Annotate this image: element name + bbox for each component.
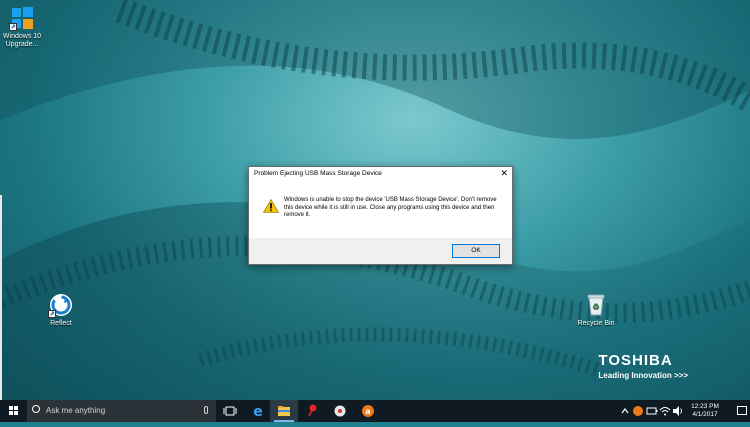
dialog-footer: OK bbox=[249, 238, 512, 264]
chevron-up-icon[interactable] bbox=[620, 406, 630, 416]
edge-button[interactable]: e bbox=[244, 400, 272, 422]
toshiba-branding: TOSHIBA Leading Innovation >>> bbox=[598, 352, 688, 380]
avast-tray-icon[interactable] bbox=[632, 405, 644, 417]
search-placeholder: Ask me anything bbox=[46, 406, 106, 415]
desktop-icon-windows-upgrade[interactable]: ↗ Windows 10 Upgrade... bbox=[0, 5, 50, 49]
windows-start-icon bbox=[9, 406, 18, 415]
search-circle-icon bbox=[32, 405, 40, 413]
task-view-button[interactable] bbox=[216, 400, 244, 422]
avast-icon: a bbox=[362, 405, 374, 417]
pinned-app-button[interactable] bbox=[298, 400, 326, 422]
file-explorer-button[interactable] bbox=[270, 400, 298, 422]
desktop-icon-label: Windows 10 Upgrade... bbox=[2, 33, 42, 48]
desktop-icon-label: Reflect bbox=[50, 320, 72, 327]
ok-button[interactable]: OK bbox=[452, 244, 500, 258]
clock[interactable]: 12:23 PM 4/1/2017 bbox=[687, 403, 723, 419]
shortcut-arrow-icon: ↗ bbox=[48, 310, 56, 318]
task-view-icon bbox=[223, 406, 237, 416]
svg-text:♻: ♻ bbox=[592, 302, 599, 311]
avast-button[interactable]: a bbox=[354, 400, 382, 422]
dialog-message: Windows is unable to stop the device 'US… bbox=[284, 197, 497, 218]
speaker-icon[interactable] bbox=[672, 405, 684, 417]
svg-text:a: a bbox=[365, 407, 370, 416]
taskbar: Ask me anything e a 12:23 PM 4/1/2017 bbox=[0, 400, 750, 422]
battery-icon[interactable] bbox=[646, 405, 658, 417]
desktop-icon-reflect[interactable]: ↗ Reflect bbox=[33, 292, 89, 328]
warning-icon bbox=[263, 199, 279, 213]
action-center-icon[interactable] bbox=[737, 406, 747, 415]
cortana-search-box[interactable]: Ask me anything bbox=[27, 400, 216, 422]
wifi-icon[interactable] bbox=[659, 405, 671, 417]
shortcut-arrow-icon: ↗ bbox=[9, 23, 17, 31]
pin-app-icon bbox=[308, 404, 317, 417]
desktop-icon-label: Recycle Bin bbox=[577, 320, 615, 327]
recycle-bin-icon: ♻ bbox=[583, 292, 609, 318]
svg-text:e: e bbox=[253, 404, 263, 420]
dialog-title: Problem Ejecting USB Mass Storage Device bbox=[254, 170, 382, 177]
clock-time: 12:23 PM bbox=[691, 403, 719, 410]
start-button[interactable] bbox=[0, 400, 27, 422]
brand-tagline: Leading Innovation >>> bbox=[598, 371, 688, 380]
windows-logo-icon: ↗ bbox=[9, 5, 35, 31]
desktop-edge-strip bbox=[0, 195, 2, 400]
edge-icon: e bbox=[253, 404, 263, 420]
media-icon bbox=[334, 405, 346, 417]
clock-date: 4/1/2017 bbox=[692, 411, 718, 418]
desktop-icon-recycle-bin[interactable]: ♻ Recycle Bin bbox=[568, 292, 624, 328]
file-explorer-icon bbox=[278, 406, 290, 416]
media-app-button[interactable] bbox=[326, 400, 354, 422]
dialog-body: Windows is unable to stop the device 'US… bbox=[249, 182, 512, 238]
eject-error-dialog: Problem Ejecting USB Mass Storage Device… bbox=[248, 166, 513, 265]
close-icon[interactable]: ✕ bbox=[500, 168, 508, 179]
microphone-icon[interactable] bbox=[204, 406, 208, 414]
dialog-titlebar[interactable]: Problem Ejecting USB Mass Storage Device… bbox=[249, 167, 512, 182]
brand-name: TOSHIBA bbox=[598, 352, 673, 369]
system-tray: 12:23 PM 4/1/2017 bbox=[620, 400, 750, 422]
reflect-icon: ↗ bbox=[48, 292, 74, 318]
